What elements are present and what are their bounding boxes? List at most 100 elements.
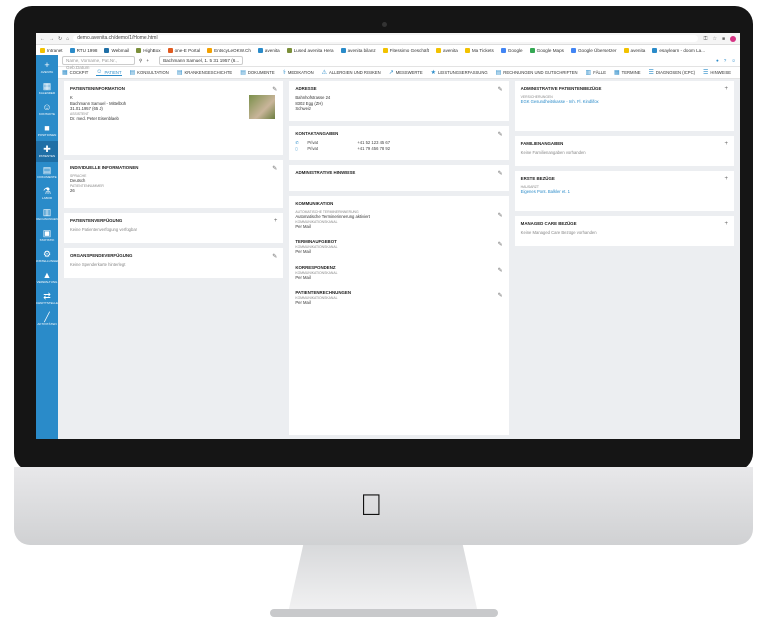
tab-8[interactable]: ★ Leistungserfassung bbox=[431, 69, 488, 76]
tab-4[interactable]: ▤ Dokumente bbox=[240, 69, 274, 76]
tab-11[interactable]: ▦ Termine bbox=[614, 69, 641, 76]
edit-icon[interactable]: ✎ bbox=[272, 253, 277, 260]
patient-search-input[interactable]: Name, Vorname, Pat.Nr., Geb.Datum bbox=[62, 56, 135, 70]
bookmark-item[interactable]: avenita bilanz bbox=[340, 47, 376, 53]
edit-icon[interactable]: ✎ bbox=[498, 131, 503, 138]
activity-icon: ╱ bbox=[44, 312, 50, 322]
open-patient-tab[interactable]: Bachmann Samuel, 1. 5 31 1957 (6... bbox=[159, 56, 244, 65]
sidebar-item-statistik[interactable]: ▣ Statistik bbox=[36, 225, 58, 246]
tab-6[interactable]: ⚠ Allergien und Risiken bbox=[322, 69, 381, 76]
sidebar-item-rechnungen[interactable]: ▥ Rechnungen bbox=[36, 204, 58, 225]
bookmark-icon bbox=[104, 47, 110, 53]
sidebar-item-kalender[interactable]: ▦ Kalender bbox=[36, 78, 58, 99]
reload-icon[interactable]: ↻ bbox=[58, 36, 62, 42]
add-icon[interactable]: + bbox=[274, 218, 278, 224]
tab-9[interactable]: ▤ Rechnungen und Gutschriften bbox=[496, 69, 578, 76]
sidebar-item-avenita[interactable]: + Avenita bbox=[36, 57, 58, 78]
add-icon[interactable]: + bbox=[146, 58, 149, 63]
forward-icon[interactable]: → bbox=[49, 36, 54, 42]
browser-toolbar: ← → ↻ ⌂ demo.avenita.ch/demo/1/Home.html… bbox=[36, 33, 740, 45]
card-title: Individuelle Informationen bbox=[70, 165, 139, 170]
bookmark-label: Ma Tickets bbox=[471, 47, 494, 53]
bookmark-item[interactable]: Webmail bbox=[104, 47, 130, 53]
bookmark-item[interactable]: Fitessimo Geschäft bbox=[382, 47, 429, 53]
bookmark-item[interactable]: Intranet bbox=[40, 47, 63, 53]
bookmark-item[interactable]: Lused avenita Hera bbox=[286, 47, 334, 53]
tab-13[interactable]: ☰ Hinweise bbox=[703, 69, 731, 76]
insurance-link[interactable]: EGK Gesundheitskasse - Inh. Fl. Kindlifo… bbox=[521, 99, 728, 105]
help-icon[interactable]: ? bbox=[724, 58, 727, 63]
sidebar-item-positionen[interactable]: ■ Positionen bbox=[36, 120, 58, 141]
user-icon[interactable]: ☺ bbox=[731, 58, 736, 63]
empty-text: Keine Patientenverfügung verfügbar bbox=[70, 227, 138, 232]
tab-10[interactable]: ▥ Fälle bbox=[586, 69, 606, 76]
admin-icon: ▲ bbox=[42, 270, 52, 280]
tab-label: Hinweise bbox=[710, 70, 732, 75]
patient-photo bbox=[249, 95, 276, 119]
bookmark-item[interactable]: EntscyLeOKW.Ch bbox=[207, 47, 251, 53]
bookmark-item[interactable]: Ma Tickets bbox=[464, 47, 494, 53]
tab-0[interactable]: ▦ Cockpit bbox=[62, 69, 88, 76]
edit-icon[interactable]: ✎ bbox=[498, 292, 503, 299]
bookmark-label: one-E Portal bbox=[174, 47, 201, 53]
bookmark-item[interactable]: avenita bbox=[257, 47, 280, 53]
sidebar-item-verwaltung[interactable]: ▲ Verwaltung bbox=[36, 267, 58, 288]
tab-5[interactable]: ⚕ Medikation bbox=[283, 69, 314, 76]
tab-3[interactable]: ▤ Krankengeschichte bbox=[177, 69, 232, 76]
monitor-chin:  bbox=[14, 467, 753, 545]
star-icon[interactable]: ☆ bbox=[712, 36, 716, 42]
tab-12[interactable]: ☰ Diagnosen (ICPC) bbox=[649, 69, 695, 76]
bookmark-item[interactable]: Google bbox=[500, 47, 523, 53]
card-actions-icon[interactable]: ✎ bbox=[272, 86, 277, 93]
bookmark-item[interactable]: one-E Portal bbox=[167, 47, 201, 53]
sidebar-item-patienten[interactable]: ✚ Patienten bbox=[36, 141, 58, 162]
edit-icon[interactable]: ✎ bbox=[498, 170, 503, 177]
apple-logo-icon:  bbox=[360, 489, 383, 523]
camera-icon bbox=[382, 22, 387, 27]
individual-info-card: Individuelle Informationen ✎ Sprache Deu… bbox=[64, 160, 284, 208]
bookmark-item[interactable]: avenita bbox=[623, 47, 645, 53]
address-bar[interactable]: demo.avenita.ch/demo/1/Home.html bbox=[73, 35, 698, 42]
communication-card: Kommunikation ✎ Automatische Terminerinn… bbox=[289, 196, 509, 435]
contact-type: Privat bbox=[307, 146, 319, 151]
doctor-link[interactable]: Eigenes Pont. Balkler et. 1 bbox=[521, 189, 728, 195]
add-icon[interactable]: + bbox=[724, 86, 728, 92]
bookmark-item[interactable]: HighBox bbox=[136, 47, 161, 53]
bookmark-item[interactable]: RTU 1998 bbox=[69, 47, 97, 53]
interfaces-icon: ⇄ bbox=[43, 291, 51, 301]
edit-icon[interactable]: ✎ bbox=[498, 267, 503, 274]
edit-icon[interactable]: ✎ bbox=[272, 165, 277, 172]
sidebar-item-kontakte[interactable]: ☺ Kontakte bbox=[36, 99, 58, 120]
add-icon[interactable]: + bbox=[724, 176, 728, 182]
bookmark-item[interactable]: avenita bbox=[436, 47, 458, 53]
home-icon[interactable]: ⌂ bbox=[66, 36, 69, 42]
tab-7[interactable]: ↗ Messwerte bbox=[389, 69, 423, 76]
tab-label: Patient bbox=[104, 69, 122, 75]
sidebar-item-einstellungen[interactable]: ⚙ Einstellungen bbox=[36, 246, 60, 267]
tab-2[interactable]: ▤ Konsultation bbox=[130, 69, 169, 76]
bookmark-label: Webmail bbox=[111, 47, 130, 53]
edit-icon[interactable]: ✎ bbox=[498, 212, 503, 219]
back-icon[interactable]: ← bbox=[40, 36, 45, 42]
add-icon[interactable]: + bbox=[724, 221, 728, 227]
bookmark-item[interactable]: esaylearn - doom La... bbox=[652, 47, 705, 53]
sidebar-item-aktivitäten[interactable]: ╱ Aktivitäten bbox=[36, 309, 58, 330]
contact-value[interactable]: +41 79 456 78 92 bbox=[357, 146, 390, 152]
tab-1[interactable]: ☺ Patient bbox=[96, 69, 122, 76]
notification-icon[interactable]: ● bbox=[716, 58, 719, 63]
sidebar-item-schnittstellen[interactable]: ⇄ Schnittstellen bbox=[36, 288, 60, 309]
search-icon[interactable]: ⚲ bbox=[139, 58, 142, 64]
bookmark-item[interactable]: Google Maps bbox=[529, 47, 564, 53]
tab-label: Medikation bbox=[287, 70, 314, 75]
add-icon[interactable]: + bbox=[724, 141, 728, 147]
profile-avatar[interactable] bbox=[730, 35, 736, 42]
edit-icon[interactable]: ✎ bbox=[498, 86, 503, 93]
extension-icon[interactable]: ■ bbox=[722, 36, 725, 42]
sidebar-item-labor[interactable]: ⚗ Labor bbox=[36, 183, 58, 204]
edit-icon[interactable]: ✎ bbox=[498, 241, 503, 248]
key-icon[interactable]: ⚿ bbox=[704, 36, 708, 42]
bookmark-item[interactable]: Google Übersetzer bbox=[570, 47, 617, 53]
empty-text: Keine Managed Care Bezüge vorhanden bbox=[520, 230, 597, 235]
dashboard-columns: Patienteninformation ✎ K Bachmann Samuel… bbox=[64, 81, 734, 435]
sidebar-item-dokumente[interactable]: ▤ Dokumente bbox=[36, 162, 58, 183]
